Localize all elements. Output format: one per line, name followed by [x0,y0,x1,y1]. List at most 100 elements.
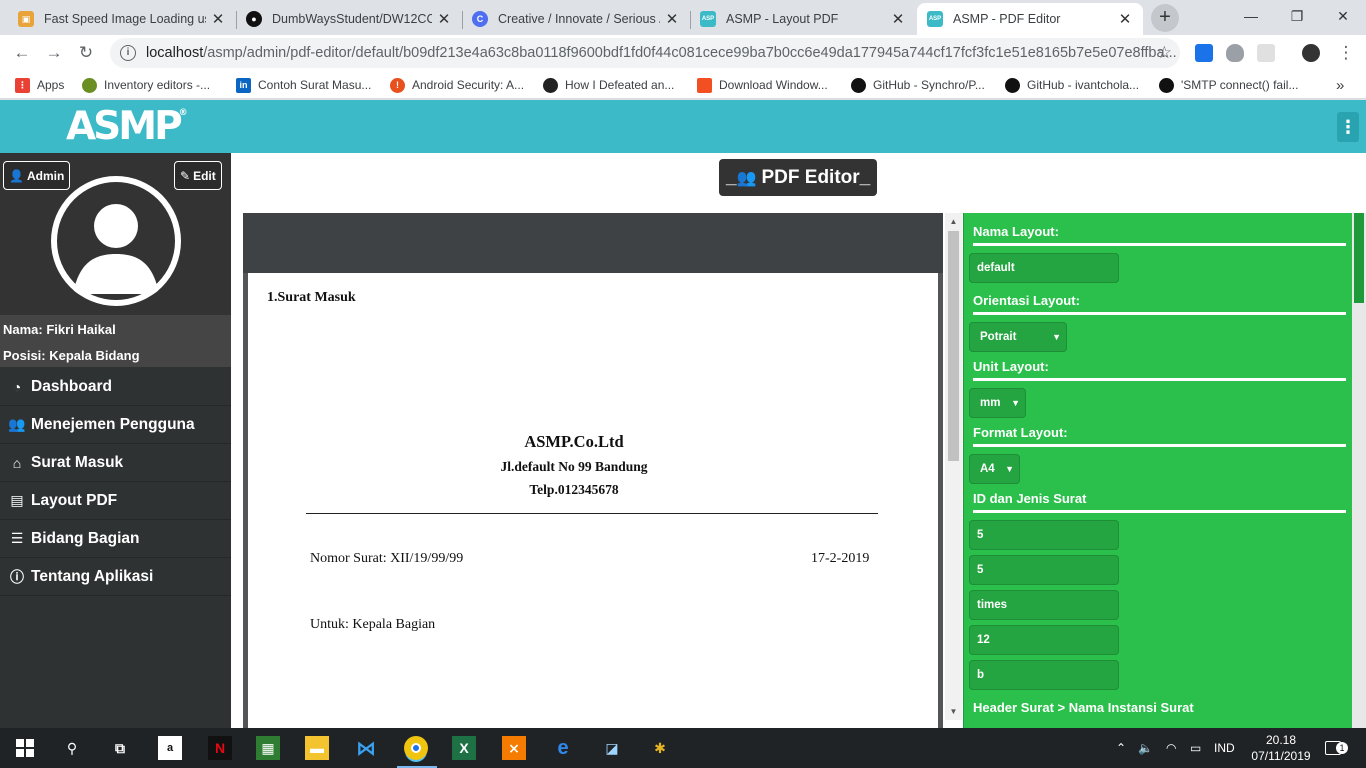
vscode-icon[interactable]: ⋈ [354,736,378,760]
app-logo[interactable]: ASMP ® [66,104,188,149]
app-header: ASMP ® ⋮ [0,100,1366,153]
profile-position: Posisi: Kepala Bidang [3,348,140,363]
bookmark-item[interactable]: GitHub - ivantchola... [1005,76,1139,94]
scroll-down-icon[interactable]: ▼ [945,703,962,720]
browser-tab[interactable]: ▣ Fast Speed Image Loading usi ✕ [8,3,236,35]
github-icon [1159,77,1174,93]
page-scrollbar[interactable] [1352,213,1366,728]
app-icon[interactable]: ◪ [600,736,624,760]
browser-tab-active[interactable]: ASP ASMP - PDF Editor ✕ [917,3,1143,35]
menu-item-dashboard[interactable]: ◔ Dashboard [0,368,231,406]
tab-title: DumbWaysStudent/DW12CCJ( [272,12,432,26]
back-icon[interactable]: ← [8,39,36,67]
web-page: ASMP ® ⋮ 👤 Admin ✎ Edit Nama: Fikri Haikal … [0,100,1366,728]
edit-profile-button[interactable]: ✎ Edit [174,161,222,190]
font-style-field[interactable]: b [969,660,1119,690]
windows-start-icon[interactable] [13,736,37,760]
font-size-field[interactable]: 12 [969,625,1119,655]
scrollbar-thumb[interactable] [1354,213,1364,303]
id-jenis-field[interactable]: 5 [969,520,1119,550]
minimize-icon[interactable]: — [1228,0,1274,32]
menu-item-menejemen-pengguna[interactable]: 👥 Menejemen Pengguna [0,406,231,444]
amazon-icon[interactable]: a [158,736,182,760]
tab-title: ASMP - PDF Editor [953,12,1061,26]
bookmark-item[interactable]: How I Defeated an... [543,76,674,94]
pdf-viewer[interactable]: 1.Surat Masuk ASMP.Co.Ltd Jl.default No … [243,213,943,728]
nama-layout-input[interactable]: default [969,253,1119,283]
xampp-icon[interactable]: ⨯ [502,736,526,760]
scroll-up-icon[interactable]: ▲ [945,213,962,230]
dropdown-arrow-icon: ▼ [1005,464,1014,474]
extension-icon[interactable] [1257,44,1275,62]
chrome-icon[interactable] [404,736,428,760]
browser-tab[interactable]: ● DumbWaysStudent/DW12CCJ( ✕ [236,3,462,35]
bookmark-star-icon[interactable]: ☆ [1157,43,1172,63]
users-icon: 👥 [736,169,757,187]
info-icon[interactable]: i [120,45,136,61]
paint-icon[interactable]: ✱ [648,736,672,760]
notification-center-icon[interactable]: 1 [1325,728,1348,768]
extension-icon[interactable] [1195,44,1213,62]
forward-icon[interactable]: → [40,39,68,67]
close-icon[interactable]: ✕ [890,10,906,28]
bookmark-item[interactable]: in Contoh Surat Masu... [236,76,371,94]
orientasi-layout-select[interactable]: Potrait ▼ [969,322,1067,352]
close-icon[interactable]: ✕ [210,10,226,28]
scrollbar-thumb[interactable] [948,231,959,461]
new-tab-button[interactable]: + [1151,4,1179,32]
bookmark-item[interactable]: 'SMTP connect() fail... [1159,76,1298,94]
close-icon[interactable]: ✕ [664,10,680,28]
admin-button[interactable]: 👤 Admin [3,161,71,190]
menu-item-layout-pdf[interactable]: ▤ Layout PDF [0,482,231,520]
pdf-viewer-toolbar [243,213,943,273]
menu-item-surat-masuk[interactable]: ⌂ Surat Masuk [0,444,231,482]
network-icon[interactable]: ◠ [1166,728,1176,768]
reload-icon[interactable]: ↻ [72,39,100,67]
spreadsheet-app-icon[interactable]: ▦ [256,736,280,760]
font-family-field[interactable]: times [969,590,1119,620]
id-jenis-field[interactable]: 5 [969,555,1119,585]
browser-tab[interactable]: ASP ASMP - Layout PDF ✕ [690,3,916,35]
browser-tab[interactable]: C Creative / Innovate / Serious / ✕ [462,3,690,35]
profile-avatar-icon[interactable] [1302,44,1320,62]
excel-icon[interactable]: X [452,736,476,760]
list-icon: ☰ [10,530,24,546]
unit-value: mm [980,397,1001,409]
bookmark-item[interactable]: Download Window... [697,76,828,94]
bookmark-item[interactable]: GitHub - Synchro/P... [851,76,985,94]
browser-menu-icon[interactable]: ⋮ [1332,39,1360,67]
pdf-recipient: Untuk: Kepala Bagian [310,617,436,632]
bookmark-label: Apps [37,78,65,92]
format-layout-select[interactable]: A4 ▼ [969,454,1020,484]
close-icon[interactable]: ✕ [1117,10,1133,28]
shield-extension-icon[interactable] [1226,44,1244,62]
file-explorer-icon[interactable]: ▬ [305,736,329,760]
volume-icon[interactable]: 🔈 [1138,728,1153,768]
bookmark-apps[interactable]: ⋮ Apps [15,76,64,94]
menu-label: Layout PDF [31,491,118,509]
url-host: localhost [146,45,204,61]
edge-icon[interactable]: e [551,736,575,760]
restore-icon[interactable]: ❐ [1274,0,1320,32]
menu-item-bidang-bagian[interactable]: ☰ Bidang Bagian [0,520,231,558]
dropdown-arrow-icon: ▼ [1052,332,1061,342]
bookmark-item[interactable]: Inventory editors -... [82,76,210,94]
task-view-icon[interactable]: ⧉ [108,736,132,760]
bookmark-item[interactable]: ! Android Security: A... [390,76,524,94]
security-site-icon: ! [390,77,405,93]
menu-item-tentang-aplikasi[interactable]: ⓘ Tentang Aplikasi [0,558,231,596]
battery-icon[interactable]: ▭ [1190,728,1201,768]
unit-layout-select[interactable]: mm ▼ [969,388,1026,418]
netflix-icon[interactable]: N [208,736,232,760]
input-language[interactable]: IND [1214,728,1235,768]
close-window-icon[interactable]: ✕ [1320,0,1366,32]
clock[interactable]: 20.18 07/11/2019 [1248,732,1314,764]
show-hidden-icons[interactable]: ⌃ [1116,728,1126,768]
address-bar[interactable]: i localhost/asmp/admin/pdf-editor/defaul… [110,38,1180,68]
pin-icon [82,77,97,93]
close-icon[interactable]: ✕ [436,10,452,28]
search-icon[interactable]: ⚲ [60,736,84,760]
header-menu-button[interactable]: ⋮ [1337,112,1359,142]
pdf-scrollbar[interactable]: ▲ ▼ [945,213,962,720]
more-bookmarks-icon[interactable]: » [1336,76,1344,94]
